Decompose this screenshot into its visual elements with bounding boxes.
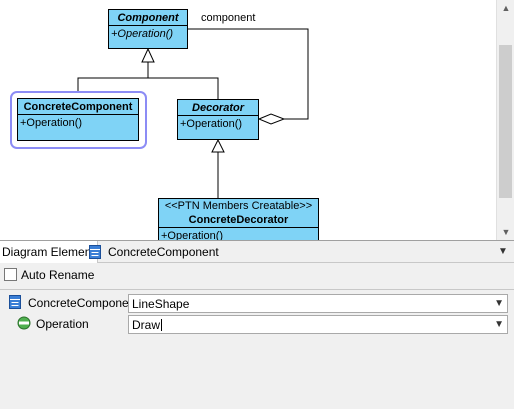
component-class-name: Component xyxy=(109,10,187,26)
concrete-decorator-class-name: ConcreteDecorator xyxy=(159,213,318,228)
diagram-canvas[interactable]: component Component +Operation() Concret… xyxy=(0,0,514,240)
properties-header: Diagram Element ConcreteComponent ▼ xyxy=(0,241,514,263)
scroll-up-icon[interactable]: ▲ xyxy=(497,0,514,16)
auto-rename-label: Auto Rename xyxy=(21,268,95,282)
selected-element-name: ConcreteComponent xyxy=(108,245,219,259)
operation-icon xyxy=(17,316,31,330)
property-label-operation: Operation xyxy=(36,317,89,331)
component-class[interactable]: Component +Operation() xyxy=(108,9,188,49)
operation-value-select[interactable]: Draw ▼ xyxy=(128,315,508,334)
decorator-class[interactable]: Decorator +Operation() xyxy=(177,99,259,140)
concrete-decorator-stereotype: <<PTN Members Creatable>> xyxy=(164,200,313,212)
chevron-down-icon[interactable]: ▼ xyxy=(494,298,504,309)
tab-diagram-element[interactable]: Diagram Element xyxy=(0,241,98,263)
scroll-thumb[interactable] xyxy=(499,45,512,198)
properties-separator xyxy=(0,289,514,290)
component-operation: +Operation() xyxy=(111,28,174,40)
chevron-down-icon[interactable]: ▼ xyxy=(494,319,504,330)
concrete-component-value: LineShape xyxy=(132,297,190,311)
vertical-scrollbar[interactable]: ▲ ▼ xyxy=(496,0,514,240)
chevron-down-icon[interactable]: ▼ xyxy=(498,246,508,257)
association-role-label: component xyxy=(201,12,256,24)
class-icon xyxy=(89,245,101,259)
decorator-operation: +Operation() xyxy=(180,118,243,130)
concrete-decorator-operation: +Operation() xyxy=(161,230,224,240)
class-icon xyxy=(9,295,21,309)
operation-value: Draw xyxy=(132,318,163,332)
checkbox-box[interactable] xyxy=(4,268,17,281)
decorator-class-name: Decorator xyxy=(178,100,258,116)
concrete-decorator-class[interactable]: <<PTN Members Creatable>> ConcreteDecora… xyxy=(158,198,319,240)
concrete-component-value-select[interactable]: LineShape ▼ xyxy=(128,294,508,313)
scroll-down-icon[interactable]: ▼ xyxy=(497,224,514,240)
selection-highlight xyxy=(10,91,147,149)
property-label-concrete-component: ConcreteComponent xyxy=(28,296,139,310)
